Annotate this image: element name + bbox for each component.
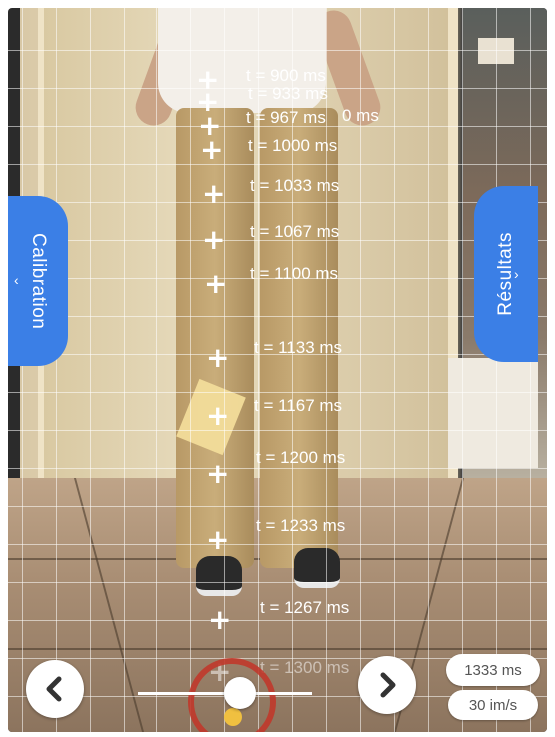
time-label: t = 1033 ms xyxy=(250,176,340,195)
position-marker: + xyxy=(204,267,228,300)
timeline-slider-thumb[interactable] xyxy=(224,677,256,709)
left-shoe xyxy=(196,556,242,596)
wall-poster xyxy=(448,358,538,468)
chevron-left-icon xyxy=(46,676,62,702)
time-label: t = 933 ms xyxy=(248,84,328,103)
time-label: t = 1167 ms xyxy=(254,396,343,415)
time-label: t = 1133 ms xyxy=(254,338,343,357)
time-label: t = 1100 ms xyxy=(250,264,339,283)
time-label: t = 1233 ms xyxy=(256,516,346,535)
chevron-left-icon: ‹ xyxy=(14,272,19,288)
position-marker: + xyxy=(202,177,226,210)
results-tab[interactable]: Résultats › xyxy=(474,186,538,362)
time-label: t = 1067 ms xyxy=(250,222,340,241)
tracking-dot xyxy=(224,708,242,726)
current-time-badge: 1333 ms xyxy=(446,654,540,686)
position-marker: + xyxy=(206,457,230,490)
previous-frame-button[interactable] xyxy=(26,660,84,718)
position-marker: + xyxy=(206,523,230,556)
right-shoe xyxy=(294,548,340,588)
time-label: t = 967 ms xyxy=(246,108,326,127)
position-marker: + xyxy=(206,341,230,374)
chevron-right-icon: › xyxy=(514,266,519,282)
position-marker: + xyxy=(202,223,226,256)
frame-rate-badge[interactable]: 30 im/s xyxy=(448,690,538,720)
time-label: t = 1200 ms xyxy=(256,448,346,467)
next-frame-button[interactable] xyxy=(358,656,416,714)
time-label: t = 1267 ms xyxy=(260,598,350,617)
calibration-tab-label: Calibration xyxy=(28,232,49,330)
camera-view: + t = 900 ms + t = 933 ms + t = 967 ms 0… xyxy=(8,8,547,732)
position-marker: + xyxy=(208,603,232,636)
chevron-right-icon xyxy=(380,672,396,698)
time-label: t = 1000 ms xyxy=(248,136,338,155)
time-label: t = 900 ms xyxy=(246,66,326,85)
position-marker: + xyxy=(200,133,224,166)
time-label-fragment: 0 ms xyxy=(342,106,379,125)
wall-outlet xyxy=(478,38,514,64)
position-marker: + xyxy=(206,399,230,432)
calibration-tab[interactable]: ‹ Calibration xyxy=(8,196,68,366)
time-label: t = 1300 ms xyxy=(260,658,350,677)
